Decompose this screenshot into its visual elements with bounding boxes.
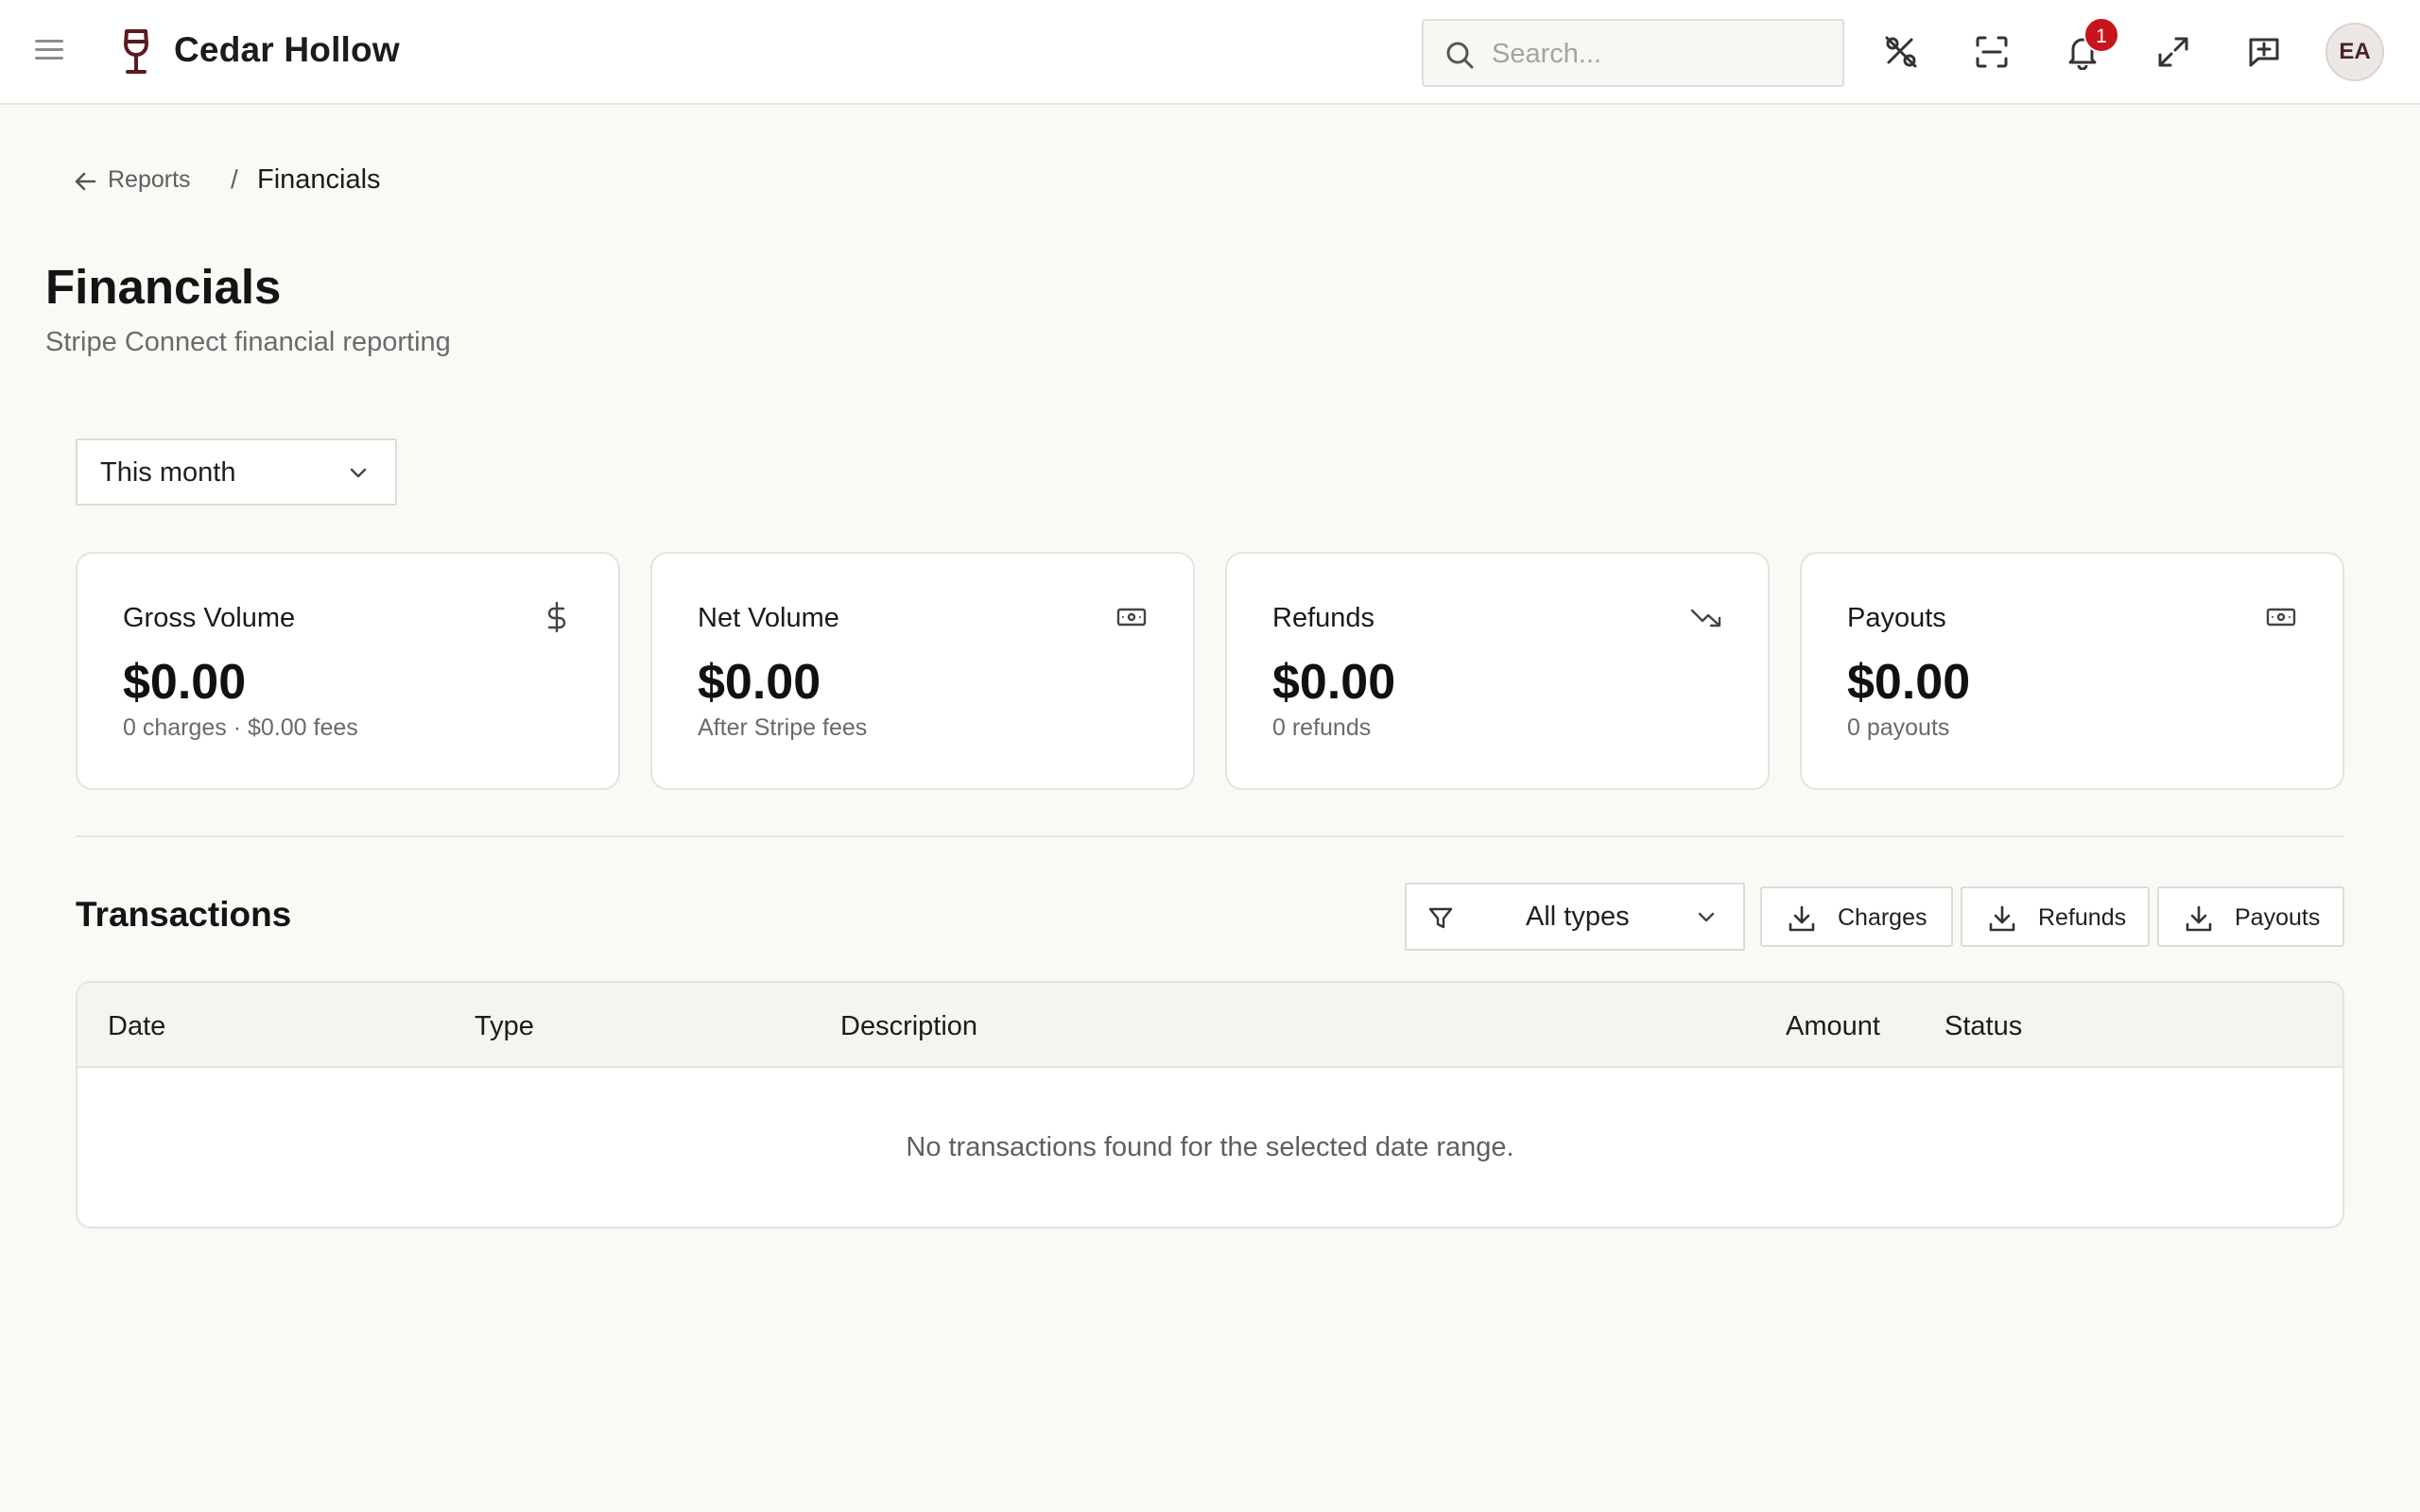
card-subtext: 0 refunds xyxy=(1272,714,1372,741)
notification-badge: 1 xyxy=(2083,17,2119,53)
download-icon xyxy=(1989,905,2015,932)
app-title: Cedar Hollow xyxy=(174,30,400,69)
percent-off-icon[interactable] xyxy=(1879,30,1923,74)
banknote-icon xyxy=(2266,608,2296,627)
export-charges-button[interactable]: Charges xyxy=(1760,886,1953,947)
gross-volume-card: Gross Volume $0.00 0 charges · $0.00 fee… xyxy=(76,552,620,790)
card-subtext: After Stripe fees xyxy=(698,714,868,741)
search-input[interactable] xyxy=(1492,30,1832,77)
user-avatar[interactable]: EA xyxy=(2325,23,2384,81)
card-value: $0.00 xyxy=(698,655,821,710)
download-icon xyxy=(1789,905,1815,932)
card-label: Refunds xyxy=(1272,603,1375,633)
feedback-icon[interactable] xyxy=(2242,30,2286,74)
search-box[interactable] xyxy=(1422,19,1844,87)
card-value: $0.00 xyxy=(123,655,247,710)
card-subtext: 0 charges · $0.00 fees xyxy=(123,714,358,741)
card-label: Gross Volume xyxy=(123,603,296,633)
date-range-value: This month xyxy=(100,457,236,488)
card-subtext: 0 payouts xyxy=(1847,714,1950,741)
column-header-type[interactable]: Type xyxy=(475,1011,534,1042)
wine-glass-logo-icon xyxy=(124,29,148,74)
breadcrumb-back-label: Reports xyxy=(108,166,191,193)
search-icon xyxy=(1446,42,1474,69)
expand-icon[interactable] xyxy=(2152,30,2195,74)
column-header-status[interactable]: Status xyxy=(1945,1011,2022,1042)
scan-icon[interactable] xyxy=(1970,30,2014,74)
dollar-icon xyxy=(547,601,566,633)
menu-icon[interactable] xyxy=(28,34,70,72)
page-title: Financials xyxy=(45,260,282,314)
column-header-date[interactable]: Date xyxy=(108,1011,165,1042)
column-header-description[interactable]: Description xyxy=(840,1011,977,1042)
banknote-icon xyxy=(1116,608,1147,627)
breadcrumb-separator: / xyxy=(231,164,238,194)
card-label: Payouts xyxy=(1847,603,1946,633)
card-value: $0.00 xyxy=(1272,655,1396,710)
transactions-title: Transactions xyxy=(76,895,292,934)
arrow-left-icon xyxy=(75,172,96,191)
export-charges-label: Charges xyxy=(1838,904,1927,931)
chevron-down-icon xyxy=(1698,912,1715,922)
card-label: Net Volume xyxy=(698,603,839,633)
trending-down-icon xyxy=(1690,609,1721,627)
table-header: Date Type Description Amount Status xyxy=(78,983,2342,1068)
breadcrumb-current: Financials xyxy=(257,164,381,195)
date-range-select[interactable]: This month xyxy=(76,438,397,506)
export-refunds-label: Refunds xyxy=(2038,904,2127,931)
export-refunds-button[interactable]: Refunds xyxy=(1961,886,2150,947)
column-header-amount[interactable]: Amount xyxy=(1786,1011,1880,1042)
page-subtitle: Stripe Connect financial reporting xyxy=(45,327,451,357)
chevron-down-icon xyxy=(350,468,367,478)
download-icon xyxy=(2186,905,2212,932)
transaction-type-select[interactable]: All types xyxy=(1405,883,1745,951)
payouts-card: Payouts $0.00 0 payouts xyxy=(1800,552,2344,790)
refunds-card: Refunds $0.00 0 refunds xyxy=(1225,552,1770,790)
export-payouts-label: Payouts xyxy=(2235,904,2321,931)
empty-state-message: No transactions found for the selected d… xyxy=(906,1132,1514,1162)
card-value: $0.00 xyxy=(1847,655,1971,710)
top-bar: Cedar Hollow 1 EA xyxy=(0,0,2420,105)
section-divider xyxy=(76,835,2344,837)
transaction-type-value: All types xyxy=(1526,902,1630,932)
transactions-table: Date Type Description Amount Status No t… xyxy=(76,981,2344,1228)
export-payouts-button[interactable]: Payouts xyxy=(2157,886,2344,947)
net-volume-card: Net Volume $0.00 After Stripe fees xyxy=(650,552,1195,790)
filter-icon xyxy=(1428,907,1453,929)
